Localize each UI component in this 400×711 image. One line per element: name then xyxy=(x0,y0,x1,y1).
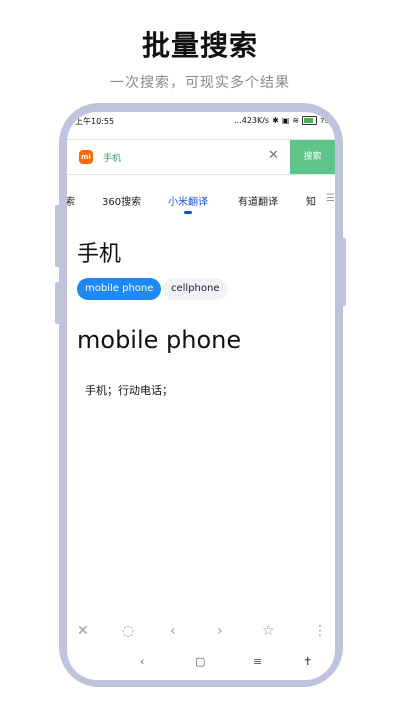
forward-icon[interactable]: › xyxy=(217,622,223,640)
more-icon[interactable]: ⋮ xyxy=(313,622,327,640)
back-icon[interactable]: ‹ xyxy=(170,622,176,640)
status-time: 上午10:55 xyxy=(75,117,115,126)
menu-icon[interactable]: ≡ xyxy=(253,654,262,670)
query-word: 手机 xyxy=(77,242,122,267)
phone-screen: 上午10:55 ...423K/s ✱ ▣ ≋ 79 mi ✕ 搜索 索 360… xyxy=(67,112,335,680)
phone-side-button xyxy=(55,225,60,267)
promo-headline: 批量搜索 xyxy=(141,29,258,62)
accessibility-icon[interactable]: ✝ xyxy=(303,654,312,670)
status-indicators: ...423K/s ✱ ▣ ≋ 79 xyxy=(234,116,329,125)
home-icon[interactable]: ▢ xyxy=(195,654,205,670)
network-speed: ...423K/s xyxy=(234,116,270,125)
battery-fill xyxy=(304,118,314,123)
signal-icon: ▣ xyxy=(281,116,290,125)
star-icon[interactable]: ☆ xyxy=(262,622,275,640)
close-icon[interactable]: ✕ xyxy=(77,622,89,640)
tab-xiaomi-translate[interactable]: 小米翻译 xyxy=(168,193,208,208)
engine-tabs: 索 360搜索 小米翻译 有道翻译 知 ☰ xyxy=(67,190,335,218)
translation-heading: mobile phone xyxy=(77,326,242,354)
list-icon[interactable]: ☰ xyxy=(326,193,335,204)
tab-youdao-translate[interactable]: 有道翻译 xyxy=(238,193,278,208)
battery-level: 79 xyxy=(320,116,329,125)
battery-icon xyxy=(302,116,318,125)
bluetooth-icon: ✱ xyxy=(272,116,279,125)
browser-toolbar: ✕ ◌ ‹ › ☆ ⋮ xyxy=(67,620,335,642)
system-nav-bar: ‹ ▢ ≡ ✝ xyxy=(67,652,335,672)
phone-side-button xyxy=(55,282,60,324)
tab-partial-right[interactable]: 知 xyxy=(306,193,316,208)
xiaomi-logo-icon: mi xyxy=(79,150,93,164)
tab-partial-left[interactable]: 索 xyxy=(67,193,75,208)
chip-mobile-phone[interactable]: mobile phone xyxy=(77,278,162,300)
search-button[interactable]: 搜索 xyxy=(290,140,335,174)
back-icon[interactable]: ‹ xyxy=(140,654,144,670)
active-tab-indicator xyxy=(184,211,192,214)
search-bar: mi ✕ 搜索 xyxy=(67,139,335,175)
phone-side-button xyxy=(341,238,346,306)
status-bar: 上午10:55 ...423K/s ✱ ▣ ≋ 79 xyxy=(67,112,335,132)
promo-subline: 一次搜索，可现实多个结果 xyxy=(110,75,290,91)
wifi-icon: ≋ xyxy=(292,116,300,125)
search-input[interactable] xyxy=(103,149,263,165)
close-icon[interactable]: ✕ xyxy=(268,148,279,164)
refresh-icon[interactable]: ◌ xyxy=(122,622,134,640)
tab-360-search[interactable]: 360搜索 xyxy=(102,193,141,208)
chip-cellphone[interactable]: cellphone xyxy=(163,278,228,300)
definition-text: 手机；行动电话； xyxy=(85,384,173,397)
